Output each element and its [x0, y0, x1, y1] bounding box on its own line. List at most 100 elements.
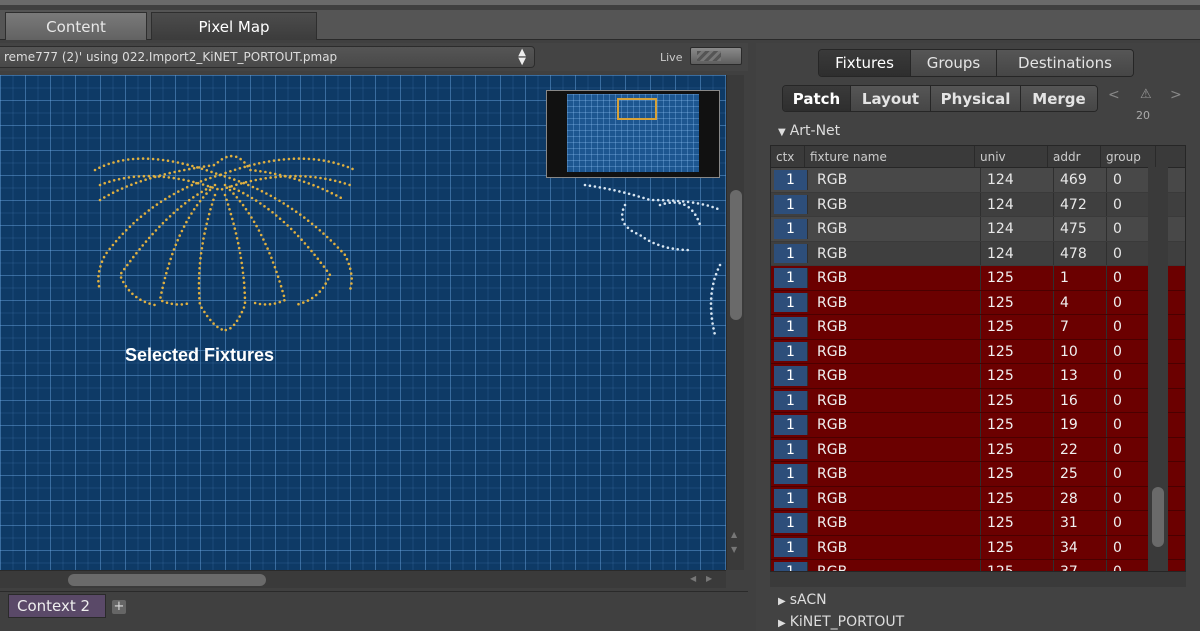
selected-fixture-dot[interactable]: [197, 276, 201, 280]
selected-fixture-dot[interactable]: [170, 302, 174, 306]
selected-fixture-dot[interactable]: [250, 196, 254, 200]
selected-fixture-dot[interactable]: [242, 281, 246, 284]
selected-fixture-dot[interactable]: [205, 222, 208, 226]
selected-fixture-dot[interactable]: [213, 193, 217, 197]
selected-fixture-dot[interactable]: [177, 190, 180, 193]
tab-fixtures[interactable]: Fixtures: [819, 50, 911, 76]
selected-fixture-dot[interactable]: [105, 251, 108, 255]
selected-fixture-dot[interactable]: [241, 271, 245, 275]
fixture-dot[interactable]: [598, 186, 602, 189]
selected-fixture-dot[interactable]: [264, 170, 267, 174]
table-row[interactable]: 1 RGB 125 13 0: [771, 364, 1185, 389]
selected-fixture-dot[interactable]: [351, 167, 354, 171]
selected-fixture-dot[interactable]: [202, 237, 205, 240]
tab-destinations[interactable]: Destinations: [997, 50, 1133, 76]
selected-fixture-dot[interactable]: [209, 318, 212, 322]
fixture-dot[interactable]: [716, 268, 720, 271]
selected-fixture-dot[interactable]: [272, 159, 276, 162]
selected-fixture-dot[interactable]: [132, 255, 135, 259]
selected-fixture-dot[interactable]: [242, 276, 245, 280]
selected-fixture-dot[interactable]: [335, 194, 338, 197]
selected-fixture-dot[interactable]: [224, 328, 228, 332]
selected-fixture-dot[interactable]: [255, 224, 258, 228]
selected-fixture-dot[interactable]: [199, 256, 202, 260]
selected-fixture-dot[interactable]: [229, 154, 233, 158]
selected-fixture-dot[interactable]: [325, 235, 329, 239]
table-row[interactable]: 1 RGB 125 19 0: [771, 413, 1185, 438]
selected-fixture-dot[interactable]: [127, 176, 131, 179]
selected-fixture-dot[interactable]: [183, 168, 186, 172]
selected-fixture-dot[interactable]: [123, 267, 126, 271]
selected-fixture-dot[interactable]: [229, 170, 232, 173]
selected-fixture-dot[interactable]: [268, 302, 272, 306]
selected-fixture-dot[interactable]: [233, 227, 237, 230]
fixture-dot[interactable]: [713, 332, 716, 335]
selected-fixture-dot[interactable]: [268, 251, 271, 255]
selected-fixture-dot[interactable]: [213, 183, 217, 187]
fixture-dot[interactable]: [671, 247, 675, 250]
selected-fixture-dot[interactable]: [122, 176, 126, 180]
selected-fixture-dot[interactable]: [131, 157, 135, 161]
table-vertical-scrollbar[interactable]: [1148, 167, 1168, 585]
selected-fixture-dot[interactable]: [124, 284, 128, 288]
selected-fixture-dot[interactable]: [192, 180, 195, 184]
selected-fixture-dot[interactable]: [293, 177, 296, 180]
selected-fixture-dot[interactable]: [228, 188, 232, 192]
fixture-dot[interactable]: [678, 201, 681, 205]
selected-fixture-dot[interactable]: [131, 292, 134, 296]
selected-fixture-dot[interactable]: [326, 277, 330, 281]
selected-fixture-dot[interactable]: [329, 178, 332, 181]
selected-fixture-dot[interactable]: [200, 190, 203, 194]
selected-fixture-dot[interactable]: [161, 299, 164, 303]
selected-fixture-dot[interactable]: [286, 204, 290, 208]
selected-fixture-dot[interactable]: [158, 174, 162, 177]
tab-layout[interactable]: Layout: [851, 86, 931, 111]
selected-fixture-dot[interactable]: [168, 215, 172, 218]
selected-fixture-dot[interactable]: [231, 217, 234, 221]
col-fixture-name[interactable]: fixture name: [805, 146, 975, 167]
selected-fixture-dot[interactable]: [247, 212, 251, 215]
selected-fixture-dot[interactable]: [314, 176, 317, 179]
selected-fixture-dot[interactable]: [204, 188, 208, 191]
fixture-dot[interactable]: [681, 200, 685, 203]
selected-fixture-dot[interactable]: [212, 198, 215, 202]
scroll-down-icon[interactable]: ▼: [731, 545, 737, 554]
selected-fixture-dot[interactable]: [192, 208, 196, 211]
fixture-dot[interactable]: [661, 198, 665, 202]
selected-fixture-dot[interactable]: [180, 303, 184, 306]
selected-fixture-dot[interactable]: [273, 172, 277, 176]
selected-fixture-dot[interactable]: [321, 286, 325, 290]
selected-fixture-dot[interactable]: [171, 252, 174, 256]
selected-fixture-dot[interactable]: [216, 325, 219, 329]
fixture-dot[interactable]: [623, 203, 627, 207]
table-row[interactable]: 1 RGB 125 31 0: [771, 511, 1185, 536]
selected-fixture-dot[interactable]: [173, 170, 176, 174]
selected-fixture-dot[interactable]: [267, 160, 271, 163]
selected-fixture-dot[interactable]: [349, 287, 352, 290]
selected-fixture-dot[interactable]: [317, 158, 321, 162]
selected-fixture-dot[interactable]: [209, 185, 212, 189]
selected-fixture-dot[interactable]: [294, 210, 298, 213]
selected-fixture-dot[interactable]: [259, 177, 263, 181]
selected-fixture-dot[interactable]: [278, 199, 281, 203]
table-row[interactable]: 1 RGB 124 472 0: [771, 192, 1185, 217]
selected-fixture-dot[interactable]: [210, 170, 213, 174]
fixture-dot[interactable]: [714, 272, 718, 276]
selected-fixture-dot[interactable]: [161, 286, 164, 290]
selected-fixture-dot[interactable]: [177, 177, 180, 181]
selected-fixture-dot[interactable]: [290, 207, 294, 211]
selected-fixture-dot[interactable]: [98, 198, 102, 202]
selected-fixture-dot[interactable]: [273, 302, 277, 305]
selected-fixture-dot[interactable]: [220, 328, 223, 331]
selected-fixture-dot[interactable]: [306, 245, 310, 249]
selected-fixture-dot[interactable]: [169, 257, 172, 261]
fixture-dot[interactable]: [661, 245, 665, 248]
selected-fixture-dot[interactable]: [296, 234, 300, 238]
fixture-dot[interactable]: [701, 203, 705, 206]
canvas-vertical-scrollbar[interactable]: ▲ ▼: [726, 75, 744, 570]
table-row[interactable]: 1 RGB 125 1 0: [771, 266, 1185, 291]
fixture-dot[interactable]: [647, 239, 651, 243]
col-ctx[interactable]: ctx: [771, 146, 805, 167]
selected-fixture-dot[interactable]: [209, 208, 212, 211]
fixture-dot[interactable]: [658, 203, 662, 207]
